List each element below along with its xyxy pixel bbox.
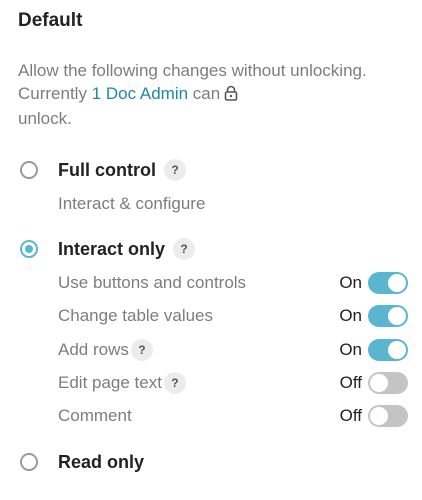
permission-label: Comment (58, 406, 132, 425)
description-text-after: can (188, 84, 221, 103)
permission-row-use-buttons: Use buttons and controls On (58, 270, 408, 296)
permissions-description: Allow the following changes without unlo… (18, 59, 398, 130)
add-rows-toggle[interactable] (368, 339, 408, 361)
toggle-knob (388, 307, 406, 325)
permission-state: On (339, 340, 362, 359)
interact-only-radio[interactable] (20, 240, 38, 258)
permission-state: On (339, 273, 362, 292)
permission-state: Off (339, 373, 362, 392)
section-title: Default (18, 10, 83, 31)
option-read-only[interactable]: Read only (20, 449, 144, 475)
toggle-knob (388, 274, 406, 292)
permission-label: Use buttons and controls (58, 273, 247, 292)
permission-row-comment: Comment Off (58, 403, 408, 429)
toggle-knob (370, 374, 388, 392)
permission-label-wrap: Add rows ? (58, 339, 153, 361)
full-control-help-icon[interactable]: ? (164, 159, 186, 181)
interact-only-help-icon[interactable]: ? (173, 238, 196, 260)
description-text-end: unlock. (18, 109, 72, 128)
interact-only-label: Interact only (58, 238, 166, 259)
read-only-radio[interactable] (20, 453, 38, 471)
add-rows-help-icon[interactable]: ? (130, 339, 153, 361)
toggle-knob (370, 407, 388, 425)
permission-label: Change table values (58, 306, 214, 325)
full-control-subtitle: Interact & configure (58, 194, 206, 213)
option-full-control[interactable]: Full control ? (20, 157, 186, 183)
permission-label: Edit page text (58, 373, 162, 392)
full-control-radio[interactable] (20, 161, 38, 179)
full-control-label: Full control (58, 159, 156, 180)
option-interact-only[interactable]: Interact only ? (20, 236, 196, 262)
lock-icon (224, 84, 238, 107)
permission-row-change-table-values: Change table values On (58, 303, 408, 329)
permission-label: Add rows (58, 340, 129, 359)
toggle-knob (388, 341, 406, 359)
doc-admin-link[interactable]: 1 Doc Admin (92, 84, 188, 103)
permission-state: Off (339, 406, 362, 425)
permission-state: On (339, 306, 362, 325)
permission-row-edit-page-text: Edit page text ? Off (58, 370, 408, 396)
edit-page-text-toggle[interactable] (368, 372, 408, 394)
edit-page-text-help-icon[interactable]: ? (163, 372, 186, 394)
permission-label-wrap: Edit page text ? (58, 372, 186, 394)
use-buttons-toggle[interactable] (368, 272, 408, 294)
read-only-label: Read only (58, 451, 145, 472)
permission-row-add-rows: Add rows ? On (58, 337, 408, 363)
change-table-values-toggle[interactable] (368, 305, 408, 327)
comment-toggle[interactable] (368, 405, 408, 427)
